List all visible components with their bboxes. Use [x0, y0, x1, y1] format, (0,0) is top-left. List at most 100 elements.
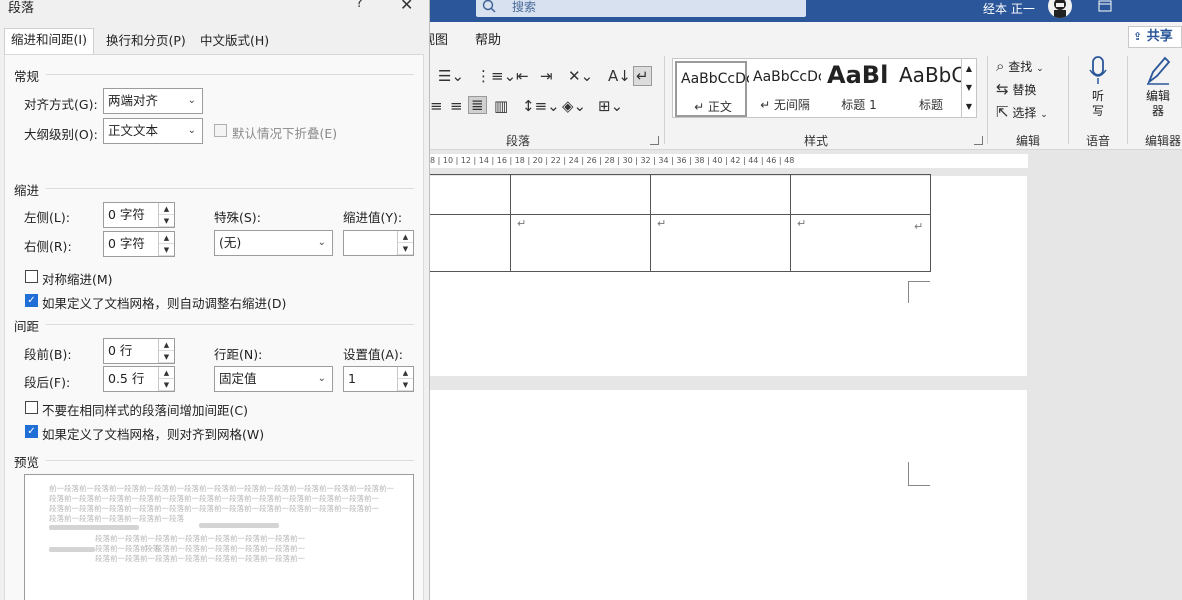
space-after-value: 0.5 行: [108, 371, 145, 386]
spin-down-icon[interactable]: ▼: [159, 379, 174, 391]
replace-button[interactable]: ⇆ 替换: [996, 81, 1036, 98]
align-right-icon[interactable]: ≡: [450, 98, 463, 114]
select-label: 选择: [1012, 106, 1037, 120]
avatar[interactable]: [1048, 0, 1072, 18]
tab-help[interactable]: 帮助: [475, 29, 501, 48]
chevron-down-icon[interactable]: ▼: [962, 78, 976, 97]
divider: [46, 460, 414, 461]
styles-scroll[interactable]: ▲ ▼ ▼: [961, 58, 977, 118]
close-icon[interactable]: ✕: [400, 0, 413, 14]
chevron-down-icon: ⌄: [1040, 110, 1048, 120]
search-icon: [482, 0, 496, 13]
tab-line-page-breaks[interactable]: 换行和分页(P): [100, 30, 192, 54]
style-normal[interactable]: AaBbCcDc ↵ 正文: [675, 61, 749, 117]
indent-right-spinner[interactable]: 0 字符 ▲ ▼: [103, 231, 175, 257]
tab-divider: [4, 54, 424, 55]
decrease-indent-icon[interactable]: ⇤: [516, 68, 529, 84]
mirror-indents-checkbox[interactable]: [25, 270, 38, 283]
group-styles-label: 样式: [804, 134, 829, 148]
user-name[interactable]: 经本 正一: [983, 0, 1035, 17]
styles-gallery: AaBbCcDc ↵ 正文 AaBbCcDc ↵ 无间隔 AaBl 标题 1 A…: [672, 58, 975, 118]
select-button[interactable]: ⇱ 选择 ⌄: [996, 104, 1048, 121]
spin-down-icon[interactable]: ▼: [159, 215, 174, 227]
chevron-down-icon: ⌄: [187, 95, 196, 106]
spin-up-icon[interactable]: ▲: [398, 231, 413, 243]
spinner-arrows[interactable]: ▲ ▼: [397, 231, 413, 255]
table-cell[interactable]: ↵: [790, 214, 931, 272]
paragraph-dialog-launcher[interactable]: [650, 136, 659, 145]
spin-up-icon[interactable]: ▲: [159, 232, 174, 244]
search-box[interactable]: 搜索: [476, 0, 806, 17]
line-spacing-icon[interactable]: ↕≡⌄: [522, 98, 560, 114]
space-before-spinner[interactable]: 0 行 ▲ ▼: [103, 338, 175, 364]
special-select[interactable]: (无) ⌄: [214, 230, 333, 256]
outline-level-select[interactable]: 正文文本 ⌄: [103, 118, 203, 144]
dictate-button[interactable]: 听写: [1084, 56, 1112, 119]
spin-down-icon[interactable]: ▼: [398, 379, 413, 391]
collapse-checkbox[interactable]: [214, 124, 227, 137]
table-cell[interactable]: ↵: [510, 214, 651, 272]
shading-icon[interactable]: ◈⌄: [562, 98, 586, 114]
chevron-down-icon: ⌄: [317, 237, 326, 248]
horizontal-ruler[interactable]: 8 | 10 | 12 | 14 | 16 | 18 | 20 | 22 | 2…: [430, 152, 1182, 170]
divider: [46, 188, 414, 189]
spinner-arrows[interactable]: ▲ ▼: [397, 367, 413, 391]
style-title[interactable]: AaBbC 标题: [895, 61, 967, 117]
more-styles-icon[interactable]: ▼: [962, 97, 976, 116]
preview-line: 段落: [145, 544, 160, 553]
table-cell[interactable]: [650, 174, 791, 215]
indent-left-value: 0 字符: [108, 207, 145, 222]
spin-up-icon[interactable]: ▲: [159, 203, 174, 215]
spin-up-icon[interactable]: ▲: [159, 367, 174, 379]
distributed-icon[interactable]: ▥: [494, 98, 508, 114]
numbering-icon[interactable]: ☰⌄: [438, 68, 464, 84]
spinner-arrows[interactable]: ▲ ▼: [158, 367, 174, 391]
chevron-up-icon[interactable]: ▲: [962, 59, 976, 78]
line-spacing-select[interactable]: 固定值 ⌄: [214, 366, 333, 392]
share-button[interactable]: ⇪ 共享: [1128, 26, 1182, 48]
restore-window-icon[interactable]: [1098, 0, 1112, 12]
group-editing-label: 编辑: [1016, 134, 1041, 148]
find-button[interactable]: ⌕ 查找 ⌄: [996, 58, 1044, 75]
tab-asian-typography[interactable]: 中文版式(H): [194, 30, 275, 54]
borders-icon[interactable]: ⊞⌄: [598, 98, 623, 114]
snap-to-grid-checkbox[interactable]: ✓: [25, 425, 38, 438]
spinner-arrows[interactable]: ▲ ▼: [158, 232, 174, 256]
indent-by-spinner[interactable]: ▲ ▼: [343, 230, 414, 256]
space-after-spinner[interactable]: 0.5 行 ▲ ▼: [103, 366, 175, 392]
increase-indent-icon[interactable]: ⇥: [540, 68, 553, 84]
multilevel-list-icon[interactable]: ⋮≡⌄: [476, 68, 516, 84]
document-page[interactable]: ↵ ↵ ↵ ↵: [370, 174, 1027, 376]
document-page[interactable]: [430, 390, 1027, 600]
spin-down-icon[interactable]: ▼: [159, 244, 174, 256]
justify-icon[interactable]: ≣: [468, 96, 487, 114]
spacing-at-spinner[interactable]: 1 ▲ ▼: [343, 366, 414, 392]
show-marks-icon[interactable]: ↵: [633, 66, 652, 86]
style-heading-1[interactable]: AaBl 标题 1: [823, 61, 895, 117]
share-icon: ⇪: [1133, 30, 1143, 43]
spin-down-icon[interactable]: ▼: [398, 243, 413, 255]
spin-down-icon[interactable]: ▼: [159, 351, 174, 363]
spin-up-icon[interactable]: ▲: [159, 339, 174, 351]
document-table[interactable]: ↵ ↵ ↵: [370, 174, 931, 272]
align-center-icon[interactable]: ≡: [430, 98, 443, 114]
spin-up-icon[interactable]: ▲: [398, 367, 413, 379]
space-after-label: 段后(F):: [24, 375, 71, 390]
table-cell[interactable]: [790, 174, 931, 215]
indent-left-spinner[interactable]: 0 字符 ▲ ▼: [103, 202, 175, 228]
spinner-arrows[interactable]: ▲ ▼: [158, 339, 174, 363]
auto-right-indent-checkbox[interactable]: ✓: [25, 294, 38, 307]
table-cell[interactable]: ↵: [650, 214, 791, 272]
sort-icon[interactable]: A↓: [608, 68, 631, 84]
spinner-arrows[interactable]: ▲ ▼: [158, 203, 174, 227]
styles-dialog-launcher[interactable]: [974, 136, 983, 145]
no-space-same-style-checkbox[interactable]: [25, 401, 38, 414]
editor-button[interactable]: 编辑器: [1140, 56, 1176, 119]
style-no-spacing[interactable]: AaBbCcDc ↵ 无间隔: [749, 61, 821, 117]
tab-indents-spacing[interactable]: 缩进和间距(I): [4, 28, 94, 54]
table-cell[interactable]: [510, 174, 651, 215]
replace-icon: ⇆: [996, 80, 1009, 98]
help-icon[interactable]: ?: [356, 0, 363, 11]
asian-layout-icon[interactable]: ✕⌄: [568, 68, 593, 84]
alignment-select[interactable]: 两端对齐 ⌄: [103, 88, 203, 114]
